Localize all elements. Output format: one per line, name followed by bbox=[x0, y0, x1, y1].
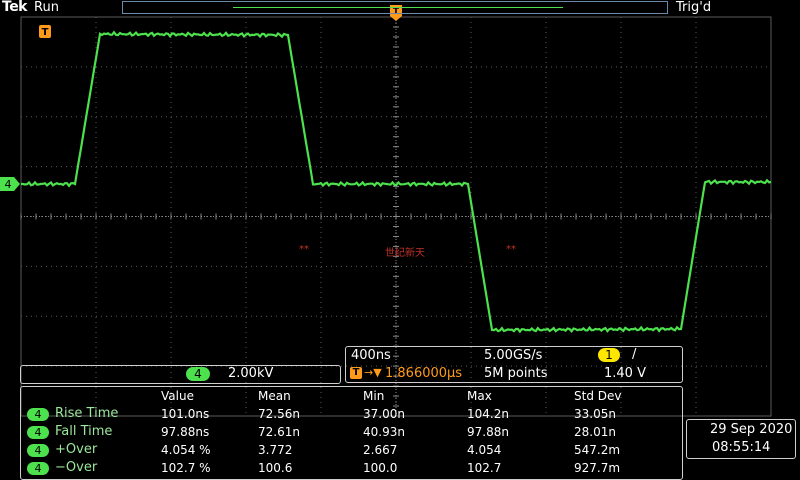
meas-row-min: 37.00n bbox=[363, 407, 405, 421]
meas-row-value: 102.7 % bbox=[161, 461, 211, 475]
watermark-center: 世纪新天 bbox=[385, 248, 425, 259]
meas-row-value: 97.88ns bbox=[161, 425, 210, 439]
meas-row-value: 101.0ns bbox=[161, 407, 210, 421]
meas-header-std-dev: Std Dev bbox=[574, 389, 622, 403]
meas-row-channel-badge: 4 bbox=[27, 444, 49, 457]
meas-row-std-dev: 33.05n bbox=[574, 407, 616, 421]
meas-row-std-dev: 28.01n bbox=[574, 425, 616, 439]
trigger-arrow-icon: →▼ bbox=[364, 366, 382, 379]
trigger-level-marker[interactable]: T bbox=[39, 25, 51, 38]
record-view-bar[interactable] bbox=[122, 1, 668, 14]
meas-row-min: 2.667 bbox=[363, 443, 398, 457]
meas-header-value: Value bbox=[161, 389, 194, 403]
record-length: 5M points bbox=[484, 366, 548, 381]
meas-row-std-dev: 547.2m bbox=[574, 443, 621, 457]
meas-row-max: 104.2n bbox=[467, 407, 509, 421]
meas-header-max: Max bbox=[467, 389, 492, 403]
record-view-window bbox=[233, 7, 563, 8]
trigger-level: 1.40 V bbox=[604, 366, 646, 381]
time-readout: 08:55:14 bbox=[712, 440, 771, 455]
meas-row-mean: 100.6 bbox=[258, 461, 293, 475]
meas-header-mean: Mean bbox=[258, 389, 291, 403]
date-readout: 29 Sep 2020 bbox=[710, 422, 793, 437]
watermark-left: ** bbox=[299, 244, 309, 255]
trigger-level-marker-label: T bbox=[42, 27, 49, 38]
meas-row-std-dev: 927.7m bbox=[574, 461, 621, 475]
trigger-source-badge[interactable]: 1 bbox=[598, 348, 620, 362]
meas-row-mean: 3.772 bbox=[258, 443, 293, 457]
sample-rate: 5.00GS/s bbox=[484, 348, 543, 363]
meas-row-max: 102.7 bbox=[467, 461, 502, 475]
meas-row-channel-badge: 4 bbox=[27, 408, 49, 421]
channel-4-ground-marker-label: 4 bbox=[5, 178, 12, 191]
channel-4-ground-marker[interactable]: 4 bbox=[0, 177, 20, 191]
channel-readout-panel[interactable] bbox=[20, 365, 341, 384]
meas-row-min: 100.0 bbox=[363, 461, 398, 475]
meas-row-mean: 72.61n bbox=[258, 425, 300, 439]
brand-logo: Tek bbox=[2, 0, 28, 15]
trigger-status: Trig'd bbox=[676, 0, 712, 15]
channel-4-badge[interactable]: 4 bbox=[186, 367, 210, 381]
meas-row-channel-badge: 4 bbox=[27, 462, 49, 475]
trigger-position-icon: T bbox=[350, 367, 362, 379]
meas-row-name[interactable]: −Over bbox=[55, 460, 97, 475]
trigger-slope-icon: / bbox=[632, 347, 637, 362]
meas-row-mean: 72.56n bbox=[258, 407, 300, 421]
meas-row-name[interactable]: +Over bbox=[55, 442, 97, 457]
channel-4-scale: 2.00kV bbox=[228, 366, 274, 381]
meas-row-name[interactable]: Fall Time bbox=[55, 424, 112, 439]
meas-row-channel-badge: 4 bbox=[27, 426, 49, 439]
acquisition-state[interactable]: Run bbox=[34, 0, 59, 15]
meas-row-name[interactable]: Rise Time bbox=[55, 406, 118, 421]
meas-row-min: 40.93n bbox=[363, 425, 405, 439]
meas-row-value: 4.054 % bbox=[161, 443, 211, 457]
meas-header-min: Min bbox=[363, 389, 385, 403]
trigger-position-value: 1.866000µs bbox=[385, 366, 463, 381]
time-per-division: 400ns bbox=[351, 348, 391, 363]
meas-row-max: 4.054 bbox=[467, 443, 502, 457]
watermark-right: ** bbox=[506, 244, 516, 255]
meas-row-max: 97.88n bbox=[467, 425, 509, 439]
